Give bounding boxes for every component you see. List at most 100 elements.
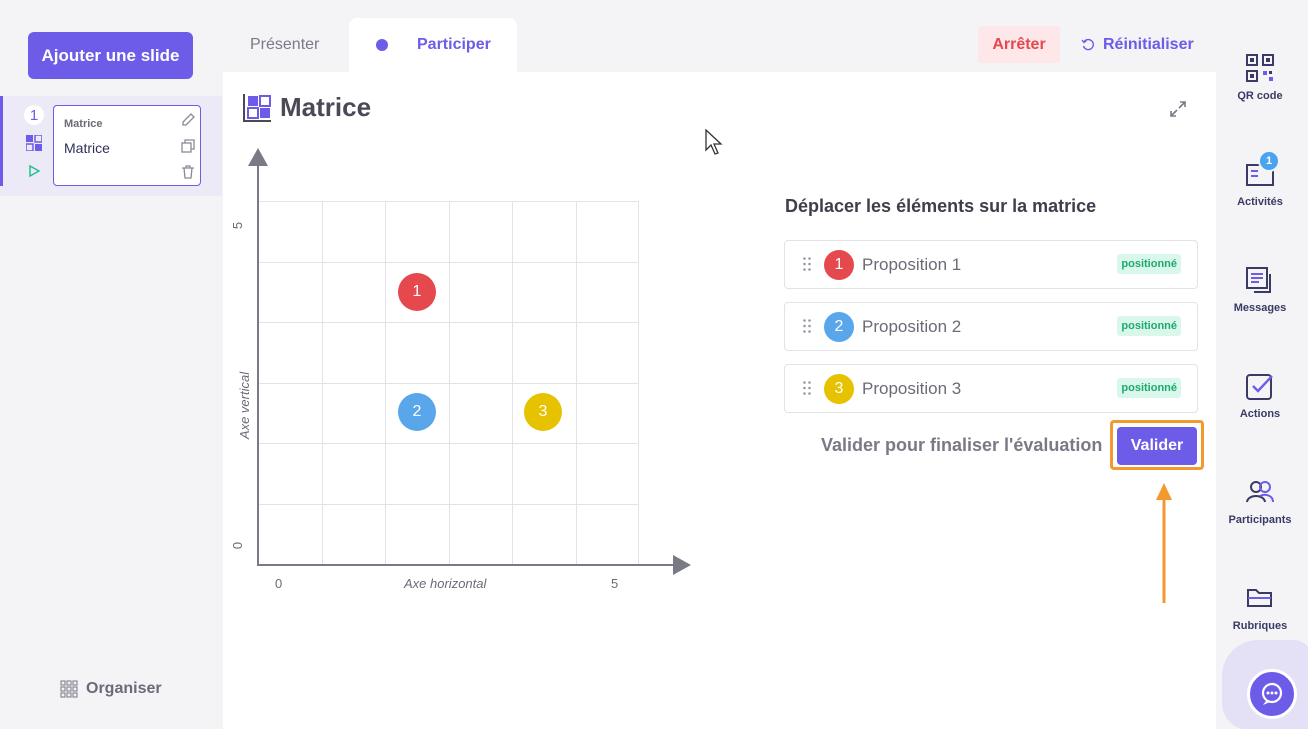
slide-title: Matrice — [64, 140, 110, 156]
rail-participants[interactable]: Participants — [1216, 478, 1304, 526]
proposition-item[interactable]: 3 Proposition 3 positionné — [784, 364, 1198, 413]
rail-activities[interactable]: Activités 1 — [1216, 150, 1304, 208]
vertical-axis — [257, 162, 259, 566]
instruction-heading: Déplacer les éléments sur la matrice — [785, 196, 1097, 216]
grid-cell — [385, 322, 449, 383]
qr-code-icon — [1246, 54, 1274, 82]
add-slide-button[interactable]: Ajouter une slide — [28, 32, 193, 79]
horizontal-axis — [257, 564, 677, 566]
edit-icon[interactable] — [180, 112, 196, 133]
grid-cell — [321, 382, 385, 443]
drag-handle-icon[interactable] — [803, 257, 811, 276]
y-axis-label: Axe vertical — [237, 371, 253, 440]
grid-cell — [575, 503, 639, 564]
matrix-type-icon — [25, 134, 43, 156]
slide-kind: Matrice — [64, 118, 103, 130]
y-tick-top: 5 — [230, 221, 246, 230]
grid-cell — [385, 201, 449, 262]
drag-handle-icon[interactable] — [803, 319, 811, 338]
duplicate-icon[interactable] — [180, 138, 196, 159]
chat-support-button[interactable] — [1247, 669, 1297, 719]
matrix-marker-2[interactable]: 2 — [398, 393, 436, 431]
organise-button[interactable]: Organiser — [60, 680, 162, 698]
grid-cell — [448, 443, 512, 504]
grid-cell — [321, 261, 385, 322]
check-square-icon — [1246, 374, 1273, 400]
rail-rubriques-label: Rubriques — [1232, 620, 1288, 632]
grid-cell — [575, 443, 639, 504]
active-slide-indicator — [0, 96, 3, 186]
messages-icon — [1246, 267, 1271, 293]
grid-cell — [385, 443, 449, 504]
active-dot — [376, 39, 388, 51]
slides-sidebar: Ajouter une slide 1 Matrice Matrice Orga… — [0, 0, 222, 729]
proposition-number: 1 — [824, 250, 854, 280]
participants-icon — [1246, 481, 1274, 503]
grid-cell — [258, 201, 322, 262]
reset-button[interactable]: Réinitialiser — [1081, 26, 1194, 63]
expand-icon[interactable] — [1169, 100, 1187, 123]
grid-cell — [258, 322, 322, 383]
grid-cell — [258, 443, 322, 504]
x-axis-label: Axe horizontal — [404, 576, 487, 591]
organise-label: Organiser — [86, 680, 162, 697]
mouse-cursor-icon — [705, 128, 725, 162]
proposition-label: Proposition 3 — [862, 379, 962, 398]
rail-actions[interactable]: Actions — [1216, 372, 1304, 420]
rail-messages[interactable]: Messages — [1216, 266, 1304, 314]
grid-cell — [512, 322, 576, 383]
grid-cell — [512, 201, 576, 262]
grid-cell — [575, 201, 639, 262]
grid-cell — [321, 201, 385, 262]
trash-icon[interactable] — [180, 164, 196, 185]
proposition-item[interactable]: 2 Proposition 2 positionné — [784, 302, 1198, 351]
grid-cell — [512, 261, 576, 322]
folder-icon — [1247, 589, 1272, 607]
status-badge: positionné — [1117, 254, 1181, 274]
grid-cell — [448, 261, 512, 322]
grid-cell — [448, 322, 512, 383]
rail-qr-code[interactable]: QR code — [1216, 54, 1304, 102]
matrix-canvas[interactable]: 5 0 0 5 Axe vertical Axe horizontal 1 2 … — [223, 148, 703, 598]
grid-cell — [258, 261, 322, 322]
drag-handle-icon[interactable] — [803, 381, 811, 400]
grid-cell — [512, 503, 576, 564]
slide-number: 1 — [24, 105, 44, 125]
chat-icon — [1261, 682, 1283, 705]
grid-cell — [321, 503, 385, 564]
grid-cell — [575, 261, 639, 322]
grid-cell — [321, 322, 385, 383]
right-rail: QR code Activités 1 Messages Actions Par… — [1216, 0, 1308, 729]
grid-cell — [448, 201, 512, 262]
rail-rubriques[interactable]: Rubriques — [1216, 584, 1304, 632]
grid-cell — [258, 382, 322, 443]
proposition-number: 2 — [824, 312, 854, 342]
proposition-number: 3 — [824, 374, 854, 404]
x-tick-left: 0 — [275, 576, 283, 591]
rail-participants-label: Participants — [1228, 514, 1292, 526]
grid-cell — [575, 382, 639, 443]
main-panel: Présenter Participer Arrêter Réinitialis… — [223, 18, 1216, 729]
y-tick-bottom: 0 — [230, 541, 246, 550]
proposition-label: Proposition 1 — [862, 255, 962, 274]
guide-arrow-icon — [1153, 480, 1175, 610]
notification-badge: 1 — [1258, 150, 1280, 172]
tab-participate[interactable]: Participer — [349, 18, 517, 72]
tab-participate-label: Participer — [417, 36, 491, 53]
vertical-axis-arrow — [248, 148, 268, 166]
grid-icon — [60, 680, 78, 698]
proposition-item[interactable]: 1 Proposition 1 positionné — [784, 240, 1198, 289]
tab-present[interactable]: Présenter — [250, 18, 319, 72]
matrix-marker-1[interactable]: 1 — [398, 273, 436, 311]
matrix-marker-3[interactable]: 3 — [524, 393, 562, 431]
play-icon[interactable] — [28, 164, 41, 182]
page-heading: Matrice — [243, 92, 371, 123]
x-tick-right: 5 — [611, 576, 619, 591]
grid-cell — [448, 382, 512, 443]
validate-button[interactable]: Valider — [1117, 427, 1197, 465]
stop-button[interactable]: Arrêter — [978, 26, 1060, 63]
rail-activities-label: Activités — [1237, 196, 1283, 208]
rail-qr-label: QR code — [1237, 90, 1283, 102]
reset-icon — [1081, 38, 1094, 50]
slide-card[interactable]: Matrice Matrice — [53, 105, 201, 186]
